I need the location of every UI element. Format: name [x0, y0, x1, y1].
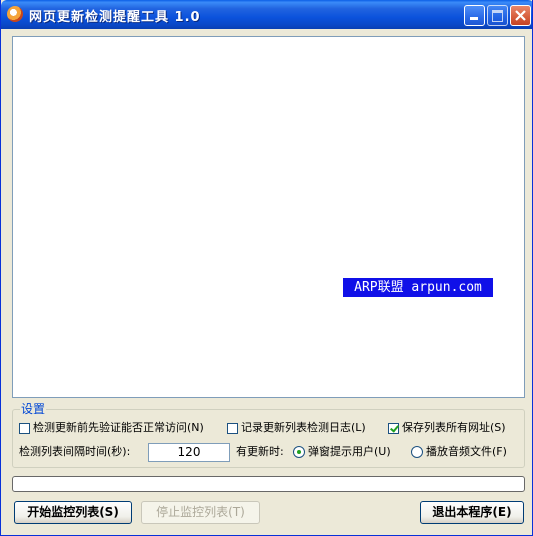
url-list-area[interactable]	[12, 36, 525, 398]
window-title: 网页更新检测提醒工具 1.0	[29, 10, 201, 25]
notify-popup-label: 弹窗提示用户(U)	[308, 445, 391, 458]
title-bar[interactable]: 网页更新检测提醒工具 1.0	[1, 0, 532, 29]
watermark-label: ARP联盟 arpun.com	[343, 278, 493, 297]
check-access-label: 检测更新前先验证能否正常访问(N)	[33, 421, 204, 434]
interval-input[interactable]: 120	[148, 443, 230, 462]
notify-sound-radio[interactable]: 播放音频文件(F)	[411, 445, 507, 459]
minimize-button[interactable]	[464, 5, 485, 26]
exit-button[interactable]: 退出本程序(E)	[420, 501, 524, 524]
maximize-icon	[492, 10, 503, 22]
on-update-label: 有更新时:	[236, 445, 284, 458]
close-icon	[515, 10, 526, 21]
log-updates-label: 记录更新列表检测日志(L)	[241, 421, 366, 434]
notify-popup-dot[interactable]	[293, 446, 305, 458]
interval-label: 检测列表间隔时间(秒):	[19, 445, 131, 458]
settings-group-label: 设置	[20, 402, 47, 416]
start-monitor-button[interactable]: 开始监控列表(S)	[14, 501, 132, 524]
save-urls-label: 保存列表所有网址(S)	[402, 421, 506, 434]
stop-monitor-button[interactable]: 停止监控列表(T)	[141, 501, 260, 524]
app-icon[interactable]	[7, 6, 23, 22]
check-access-box[interactable]	[19, 422, 30, 434]
save-urls-box[interactable]	[388, 422, 399, 434]
check-access-checkbox[interactable]: 检测更新前先验证能否正常访问(N)	[19, 421, 204, 435]
notify-popup-radio[interactable]: 弹窗提示用户(U)	[293, 445, 391, 459]
progress-bar	[12, 476, 525, 492]
notify-sound-dot[interactable]	[411, 446, 423, 458]
minimize-icon	[470, 17, 478, 20]
maximize-button[interactable]	[487, 5, 508, 26]
app-window: 网页更新检测提醒工具 1.0 ARP联盟 arpun.com 设置 检测更新前先…	[0, 0, 533, 536]
log-updates-box[interactable]	[227, 422, 238, 434]
close-button[interactable]	[510, 5, 531, 26]
log-updates-checkbox[interactable]: 记录更新列表检测日志(L)	[227, 421, 366, 435]
notify-sound-label: 播放音频文件(F)	[426, 445, 507, 458]
save-urls-checkbox[interactable]: 保存列表所有网址(S)	[388, 421, 506, 435]
settings-group	[12, 409, 525, 468]
